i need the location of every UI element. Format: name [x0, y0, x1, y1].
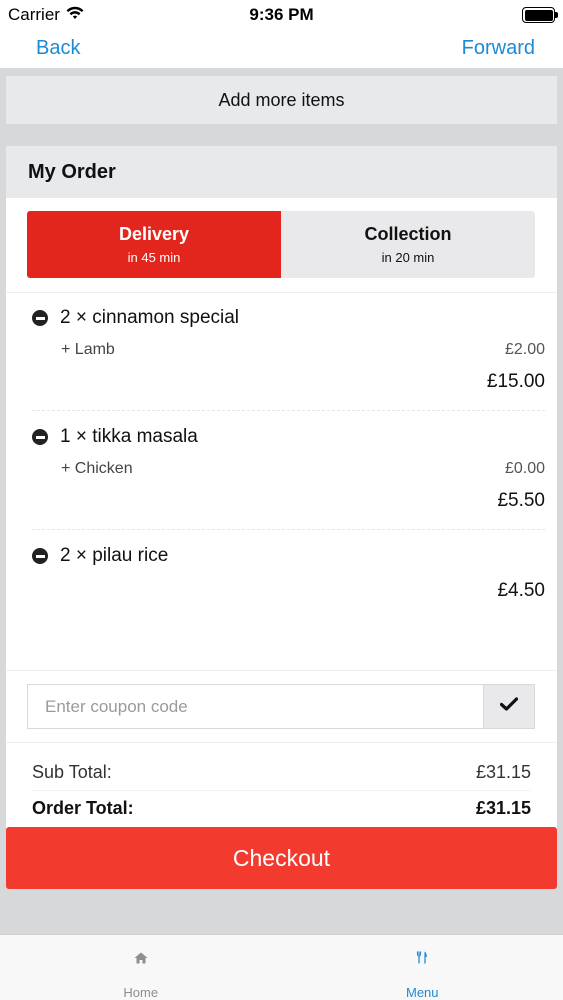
item-name: 2 × pilau rice: [60, 545, 169, 566]
item-divider: [32, 410, 545, 411]
fork-knife-icon: [416, 951, 428, 969]
checkmark-icon: [499, 697, 519, 716]
collection-label: Collection: [364, 224, 452, 244]
item-option: + Lamb £2.00: [32, 341, 545, 359]
order-item: 1 × tikka masala + Chicken £0.00 £5.50: [32, 424, 545, 512]
order-title: My Order: [6, 146, 557, 198]
coupon-code-input[interactable]: [27, 684, 483, 729]
back-button[interactable]: Back: [36, 37, 80, 60]
tab-home-label: Home: [123, 985, 159, 1000]
order-item: 2 × pilau rice £4.50: [32, 543, 545, 602]
sub-total-row: Sub Total: £31.15: [32, 754, 531, 790]
checkout-button[interactable]: Checkout: [6, 827, 557, 889]
item-name: 1 × tikka masala: [60, 426, 198, 447]
option-price: £2.00: [504, 341, 545, 358]
order-total-value: £31.15: [475, 798, 531, 818]
status-bar: Carrier 9:36 PM: [0, 0, 563, 30]
order-card: My Order Delivery in 45 min Collection i…: [6, 146, 557, 868]
tab-menu-label: Menu: [405, 985, 439, 1000]
option-price: £0.00: [504, 460, 545, 477]
fulfillment-mode-selector: Delivery in 45 min Collection in 20 min: [27, 211, 535, 278]
main-content: Add more items My Order Delivery in 45 m…: [0, 68, 563, 934]
remove-item-icon[interactable]: [32, 310, 48, 326]
tab-home[interactable]: Home: [0, 935, 282, 1000]
forward-button[interactable]: Forward: [462, 37, 535, 60]
delivery-label: Delivery: [118, 224, 190, 244]
item-divider: [32, 529, 545, 530]
order-item: 2 × cinnamon special + Lamb £2.00 £15.00: [32, 305, 545, 393]
add-more-items-button[interactable]: Add more items: [6, 76, 557, 124]
order-items-list[interactable]: 2 × cinnamon special + Lamb £2.00 £15.00…: [6, 292, 557, 670]
coupon-section: [6, 670, 557, 743]
tab-bar: Home Menu: [0, 934, 563, 1000]
option-label: + Lamb: [61, 341, 115, 358]
home-icon: [134, 951, 148, 969]
option-label: + Chicken: [61, 460, 133, 477]
item-total: £5.50: [497, 490, 545, 511]
remove-item-icon[interactable]: [32, 429, 48, 445]
item-total: £4.50: [497, 580, 545, 601]
apply-coupon-button[interactable]: [483, 684, 535, 729]
order-total-row: Order Total: £31.15: [32, 790, 531, 826]
delivery-option[interactable]: Delivery in 45 min: [27, 211, 281, 278]
remove-item-icon[interactable]: [32, 548, 48, 564]
order-total-label: Order Total:: [32, 798, 134, 818]
sub-total-label: Sub Total:: [32, 761, 112, 782]
item-name: 2 × cinnamon special: [60, 307, 240, 328]
item-total: £15.00: [486, 371, 545, 392]
collection-time: in 20 min: [381, 250, 435, 265]
battery-icon: [522, 7, 558, 23]
item-option: + Chicken £0.00: [32, 460, 545, 478]
collection-option[interactable]: Collection in 20 min: [281, 211, 535, 278]
sub-total-value: £31.15: [475, 761, 531, 782]
navigation-bar: Back Forward: [0, 30, 563, 68]
status-time: 9:36 PM: [249, 5, 314, 24]
order-totals: Sub Total: £31.15 Order Total: £31.15: [32, 754, 531, 826]
delivery-time: in 45 min: [127, 250, 181, 265]
tab-menu[interactable]: Menu: [282, 935, 563, 1000]
